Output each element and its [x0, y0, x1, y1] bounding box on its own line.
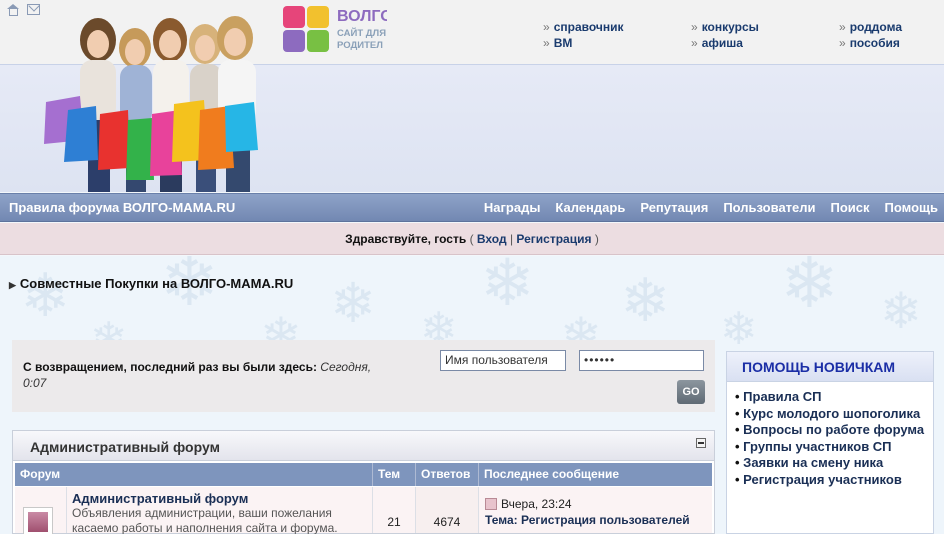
forum-table-header: Форум Тем Ответов Последнее сообщение [15, 463, 712, 486]
forum-reply-count: 4674 [416, 487, 479, 533]
register-link[interactable]: Регистрация [516, 232, 591, 246]
last-post-time: Вчера, 23:24 [501, 497, 572, 511]
sidebar-item-nick-change[interactable]: Заявки на смену ника [735, 455, 925, 472]
forum-section: Административный форум Форум Тем Ответов… [12, 430, 715, 534]
logo-brand: ВОЛГО [337, 8, 387, 25]
sidebar-item-rules[interactable]: Правила СП [735, 389, 925, 406]
sidebar-item-course[interactable]: Курс молодого шопоголика [735, 406, 925, 423]
sidebar-list: Правила СП Курс молодого шопоголика Вопр… [727, 382, 933, 496]
top-link-konkursy[interactable]: » конкурсы [691, 19, 759, 35]
last-post-topic-link[interactable]: Регистрация пользователей [521, 513, 690, 527]
col-forum: Форум [15, 463, 373, 486]
forum-rules-link[interactable]: Правила форума ВОЛГО-МАМА.RU [9, 200, 235, 215]
forum-description: Объявления администрации, ваши пожелания… [72, 506, 338, 534]
breadcrumb: ▶ Совместные Покупки на ВОЛГО-МАМА.RU [9, 276, 293, 291]
home-icon[interactable] [6, 4, 19, 16]
logo-tagline: САЙТ ДЛЯ РОДИТЕЛ [337, 28, 387, 51]
header-icons [6, 4, 40, 16]
main-navbar: Правила форума ВОЛГО-МАМА.RU Награды Кал… [0, 193, 944, 222]
forum-section-title: Административный форум [30, 439, 220, 455]
last-post-cell: Вчера, 23:24 Тема: Регистрация пользоват… [479, 487, 712, 533]
shopping-girls-image [44, 16, 258, 192]
post-icon [485, 498, 497, 510]
top-link-roddoma[interactable]: » роддома [839, 19, 902, 35]
nav-awards[interactable]: Награды [484, 200, 541, 215]
login-link[interactable]: Вход [477, 232, 507, 246]
forum-section-header: Административный форум [13, 431, 714, 461]
table-row: Административный форум Объявления админи… [15, 487, 712, 534]
nav-calendar[interactable]: Календарь [555, 200, 625, 215]
nav-users[interactable]: Пользователи [723, 200, 815, 215]
collapse-icon[interactable] [696, 438, 706, 448]
sidebar-item-forum-questions[interactable]: Вопросы по работе форума [735, 422, 925, 439]
nav-help[interactable]: Помощь [885, 200, 938, 215]
breadcrumb-arrow-icon: ▶ [9, 280, 16, 290]
nav-reputation[interactable]: Репутация [640, 200, 708, 215]
top-links-col-1: » справочник » ВМ [543, 19, 623, 51]
nav-search[interactable]: Поиск [831, 200, 870, 215]
top-link-spravochnik[interactable]: » справочник [543, 19, 623, 35]
newbie-help-sidebar: ПОМОЩЬ НОВИЧКАМ Правила СП Курс молодого… [726, 351, 934, 534]
sidebar-title: ПОМОЩЬ НОВИЧКАМ [727, 352, 933, 382]
welcome-bar: Здравствуйте, гость ( Вход | Регистрация… [0, 223, 944, 255]
forum-status-icon [23, 507, 53, 534]
forum-topic-count: 21 [373, 487, 416, 533]
breadcrumb-title[interactable]: Совместные Покупки на ВОЛГО-МАМА.RU [20, 276, 293, 291]
col-last-post: Последнее сообщение [484, 467, 619, 481]
sidebar-item-groups[interactable]: Группы участников СП [735, 439, 925, 456]
sidebar-item-registration[interactable]: Регистрация участников [735, 472, 925, 489]
mail-icon[interactable] [27, 4, 40, 15]
top-links-col-2: » конкурсы » афиша [691, 19, 759, 51]
username-input[interactable]: Имя пользователя [440, 350, 566, 371]
top-link-vm[interactable]: » ВМ [543, 35, 623, 51]
login-go-button[interactable]: GO [677, 380, 705, 404]
welcome-greeting: Здравствуйте, гость [345, 232, 467, 246]
col-topics: Тем [373, 463, 416, 486]
col-replies: Ответов [416, 463, 479, 486]
forum-name-link[interactable]: Административный форум [72, 491, 367, 506]
login-box: С возвращением, последний раз вы были зд… [12, 340, 715, 412]
welcome-back-message: С возвращением, последний раз вы были зд… [23, 360, 372, 390]
password-input[interactable]: •••••• [579, 350, 704, 371]
top-link-posobiya[interactable]: » пособия [839, 35, 902, 51]
logo-mark [283, 6, 329, 52]
navbar-links: Награды Календарь Репутация Пользователи… [484, 200, 938, 215]
top-link-afisha[interactable]: » афиша [691, 35, 759, 51]
top-links-col-3: » роддома » пособия [839, 19, 902, 51]
site-logo[interactable]: ВОЛГО САЙТ ДЛЯ РОДИТЕЛ [283, 6, 387, 52]
